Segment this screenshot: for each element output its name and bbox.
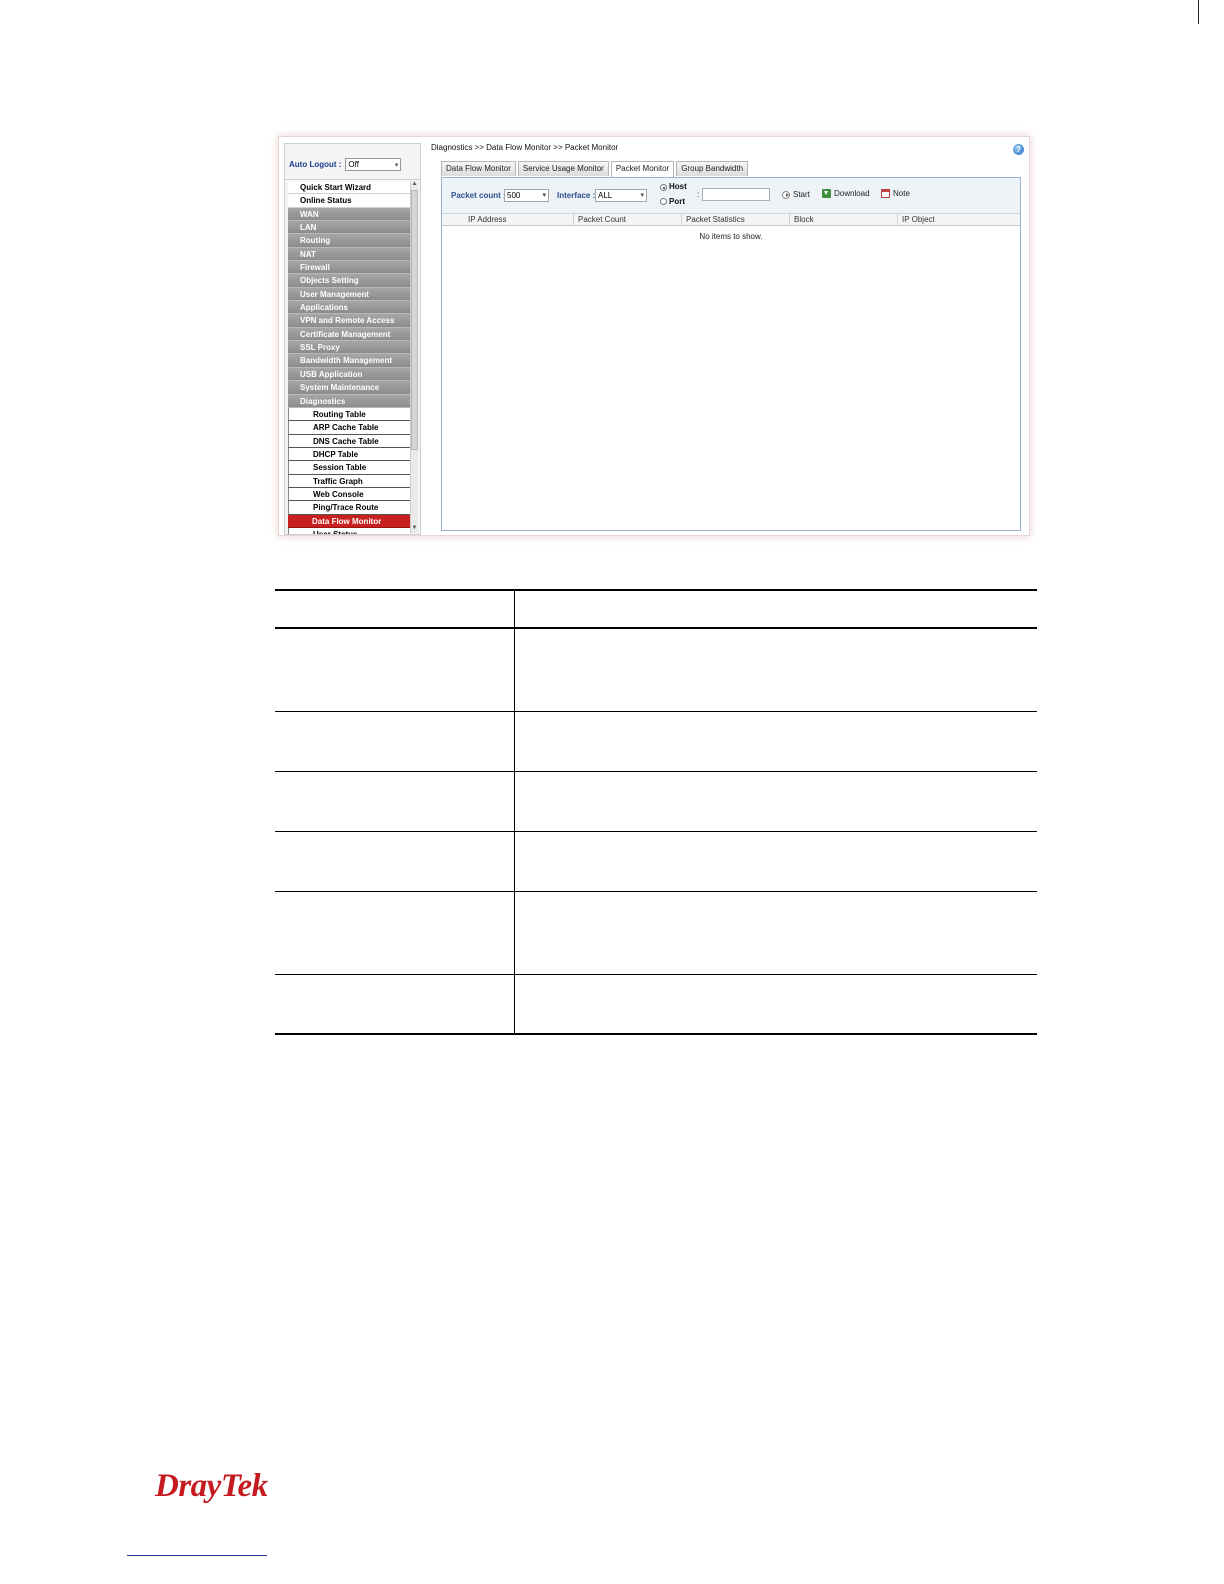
packet-monitor-panel: Packet count : 500 ▾ Interface : ALL ▾ H… (441, 177, 1021, 531)
sidebar-item-ping-trace-route[interactable]: Ping/Trace Route (288, 501, 410, 515)
column-packet-statistics[interactable]: Packet Statistics (681, 214, 789, 226)
sidebar-scrollbar[interactable]: ▲ ▼ (410, 181, 418, 533)
port-radio-label: Port (669, 197, 685, 206)
table-row (275, 831, 1037, 892)
start-label: Start (793, 190, 810, 199)
sidebar-item-certificate-management[interactable]: Certificate Management (288, 327, 410, 342)
auto-logout-row: Auto Logout : Off ▾ (285, 150, 420, 180)
port-radio[interactable] (660, 198, 667, 205)
column-ip-address[interactable]: IP Address (442, 214, 573, 226)
packet-count-label: Packet count : (451, 191, 506, 200)
table-header: IP Address Packet Count Packet Statistic… (442, 214, 1020, 226)
footer-link-underline[interactable] (127, 1555, 267, 1556)
router-ui-screenshot: Auto Logout : Off ▾ Quick Start Wizard On… (278, 136, 1030, 536)
sidebar: Auto Logout : Off ▾ Quick Start Wizard On… (284, 143, 421, 535)
sidebar-item-system-maintenance[interactable]: System Maintenance (288, 381, 410, 395)
note-label: Note (893, 189, 910, 198)
description-table (275, 589, 1037, 1035)
tab-data-flow-monitor[interactable]: Data Flow Monitor (441, 161, 516, 176)
auto-logout-select[interactable]: Off ▾ (345, 158, 402, 171)
sidebar-item-applications[interactable]: Applications (288, 301, 410, 315)
note-button[interactable]: Note (881, 189, 910, 198)
host-radio[interactable] (660, 184, 667, 191)
download-button[interactable]: Download (822, 189, 870, 198)
breadcrumb: Diagnostics >> Data Flow Monitor >> Pack… (431, 143, 619, 152)
calendar-note-icon (881, 189, 890, 198)
column-ip-object[interactable]: IP Object (897, 214, 1020, 226)
sidebar-item-vpn-and-remote-access[interactable]: VPN and Remote Access (288, 314, 410, 328)
interface-value: ALL (598, 191, 613, 200)
sidebar-item-diagnostics[interactable]: Diagnostics (288, 394, 410, 408)
empty-table-message: No items to show. (699, 232, 763, 241)
start-button[interactable]: Start (782, 190, 810, 199)
sidebar-item-web-console[interactable]: Web Console (288, 487, 410, 502)
tab-bar: Data Flow Monitor Service Usage Monitor … (441, 161, 749, 177)
sidebar-item-traffic-graph[interactable]: Traffic Graph (288, 474, 410, 488)
table-row (275, 628, 1037, 712)
tab-service-usage-monitor[interactable]: Service Usage Monitor (517, 161, 609, 176)
chevron-down-icon: ▾ (394, 161, 399, 169)
sidebar-item-ssl-proxy[interactable]: SSL Proxy (288, 341, 410, 355)
sidebar-item-dns-cache-table[interactable]: DNS Cache Table (288, 434, 410, 448)
play-icon (782, 190, 790, 199)
sidebar-item-user-status[interactable]: User Status (288, 527, 410, 534)
sidebar-item-nat[interactable]: NAT (288, 247, 410, 262)
sidebar-item-user-management[interactable]: User Management (288, 287, 410, 302)
sidebar-item-bandwidth-management[interactable]: Bandwidth Management (288, 354, 410, 368)
scroll-down-icon[interactable]: ▼ (411, 525, 418, 533)
packet-count-value: 500 (507, 191, 521, 200)
scroll-up-icon[interactable]: ▲ (411, 181, 418, 189)
column-packet-count[interactable]: Packet Count (573, 214, 681, 226)
sidebar-item-online-status[interactable]: Online Status (288, 194, 410, 208)
help-icon[interactable]: ? (1013, 144, 1024, 155)
host-radio-label: Host (669, 182, 687, 191)
sidebar-item-wan[interactable]: WAN (288, 207, 410, 222)
page-top-rule (1198, 0, 1199, 24)
download-label: Download (834, 189, 870, 198)
host-port-colon: : (697, 190, 700, 199)
packet-count-select[interactable]: 500 ▾ (504, 189, 549, 202)
scroll-thumb[interactable] (411, 190, 418, 450)
tab-group-bandwidth[interactable]: Group Bandwidth (676, 161, 749, 176)
chevron-down-icon: ▾ (542, 192, 546, 199)
table-row (275, 771, 1037, 832)
sidebar-item-dhcp-table[interactable]: DHCP Table (288, 447, 410, 462)
sidebar-menu: Quick Start Wizard Online Status WAN LAN Rou… (288, 181, 410, 534)
sidebar-item-usb-application[interactable]: USB Application (288, 367, 410, 382)
sidebar-item-firewall[interactable]: Firewall (288, 261, 410, 275)
sidebar-item-data-flow-monitor[interactable]: Data Flow Monitor (288, 514, 410, 528)
download-icon (822, 189, 831, 198)
host-port-input[interactable] (702, 188, 770, 201)
table-row (275, 711, 1037, 772)
toolbar: Packet count : 500 ▾ Interface : ALL ▾ H… (442, 178, 1020, 214)
sidebar-item-arp-cache-table[interactable]: ARP Cache Table (288, 421, 410, 435)
auto-logout-value: Off (348, 160, 359, 169)
sidebar-item-routing-table[interactable]: Routing Table (288, 407, 410, 422)
table-row (275, 974, 1037, 1035)
column-block[interactable]: Block (789, 214, 897, 226)
interface-select[interactable]: ALL ▾ (595, 189, 647, 202)
sidebar-item-routing[interactable]: Routing (288, 234, 410, 248)
chevron-down-icon: ▾ (640, 192, 644, 199)
table-row (275, 589, 1037, 629)
sidebar-item-quick-start-wizard[interactable]: Quick Start Wizard (288, 181, 410, 195)
table-row (275, 891, 1037, 975)
interface-label: Interface : (557, 191, 596, 200)
sidebar-item-session-table[interactable]: Session Table (288, 461, 410, 475)
sidebar-item-lan[interactable]: LAN (288, 221, 410, 235)
draytek-logo: DrayTek (155, 1468, 268, 1504)
auto-logout-label: Auto Logout : (289, 160, 342, 169)
tab-packet-monitor[interactable]: Packet Monitor (610, 161, 675, 177)
sidebar-item-objects-setting[interactable]: Objects Setting (288, 274, 410, 288)
